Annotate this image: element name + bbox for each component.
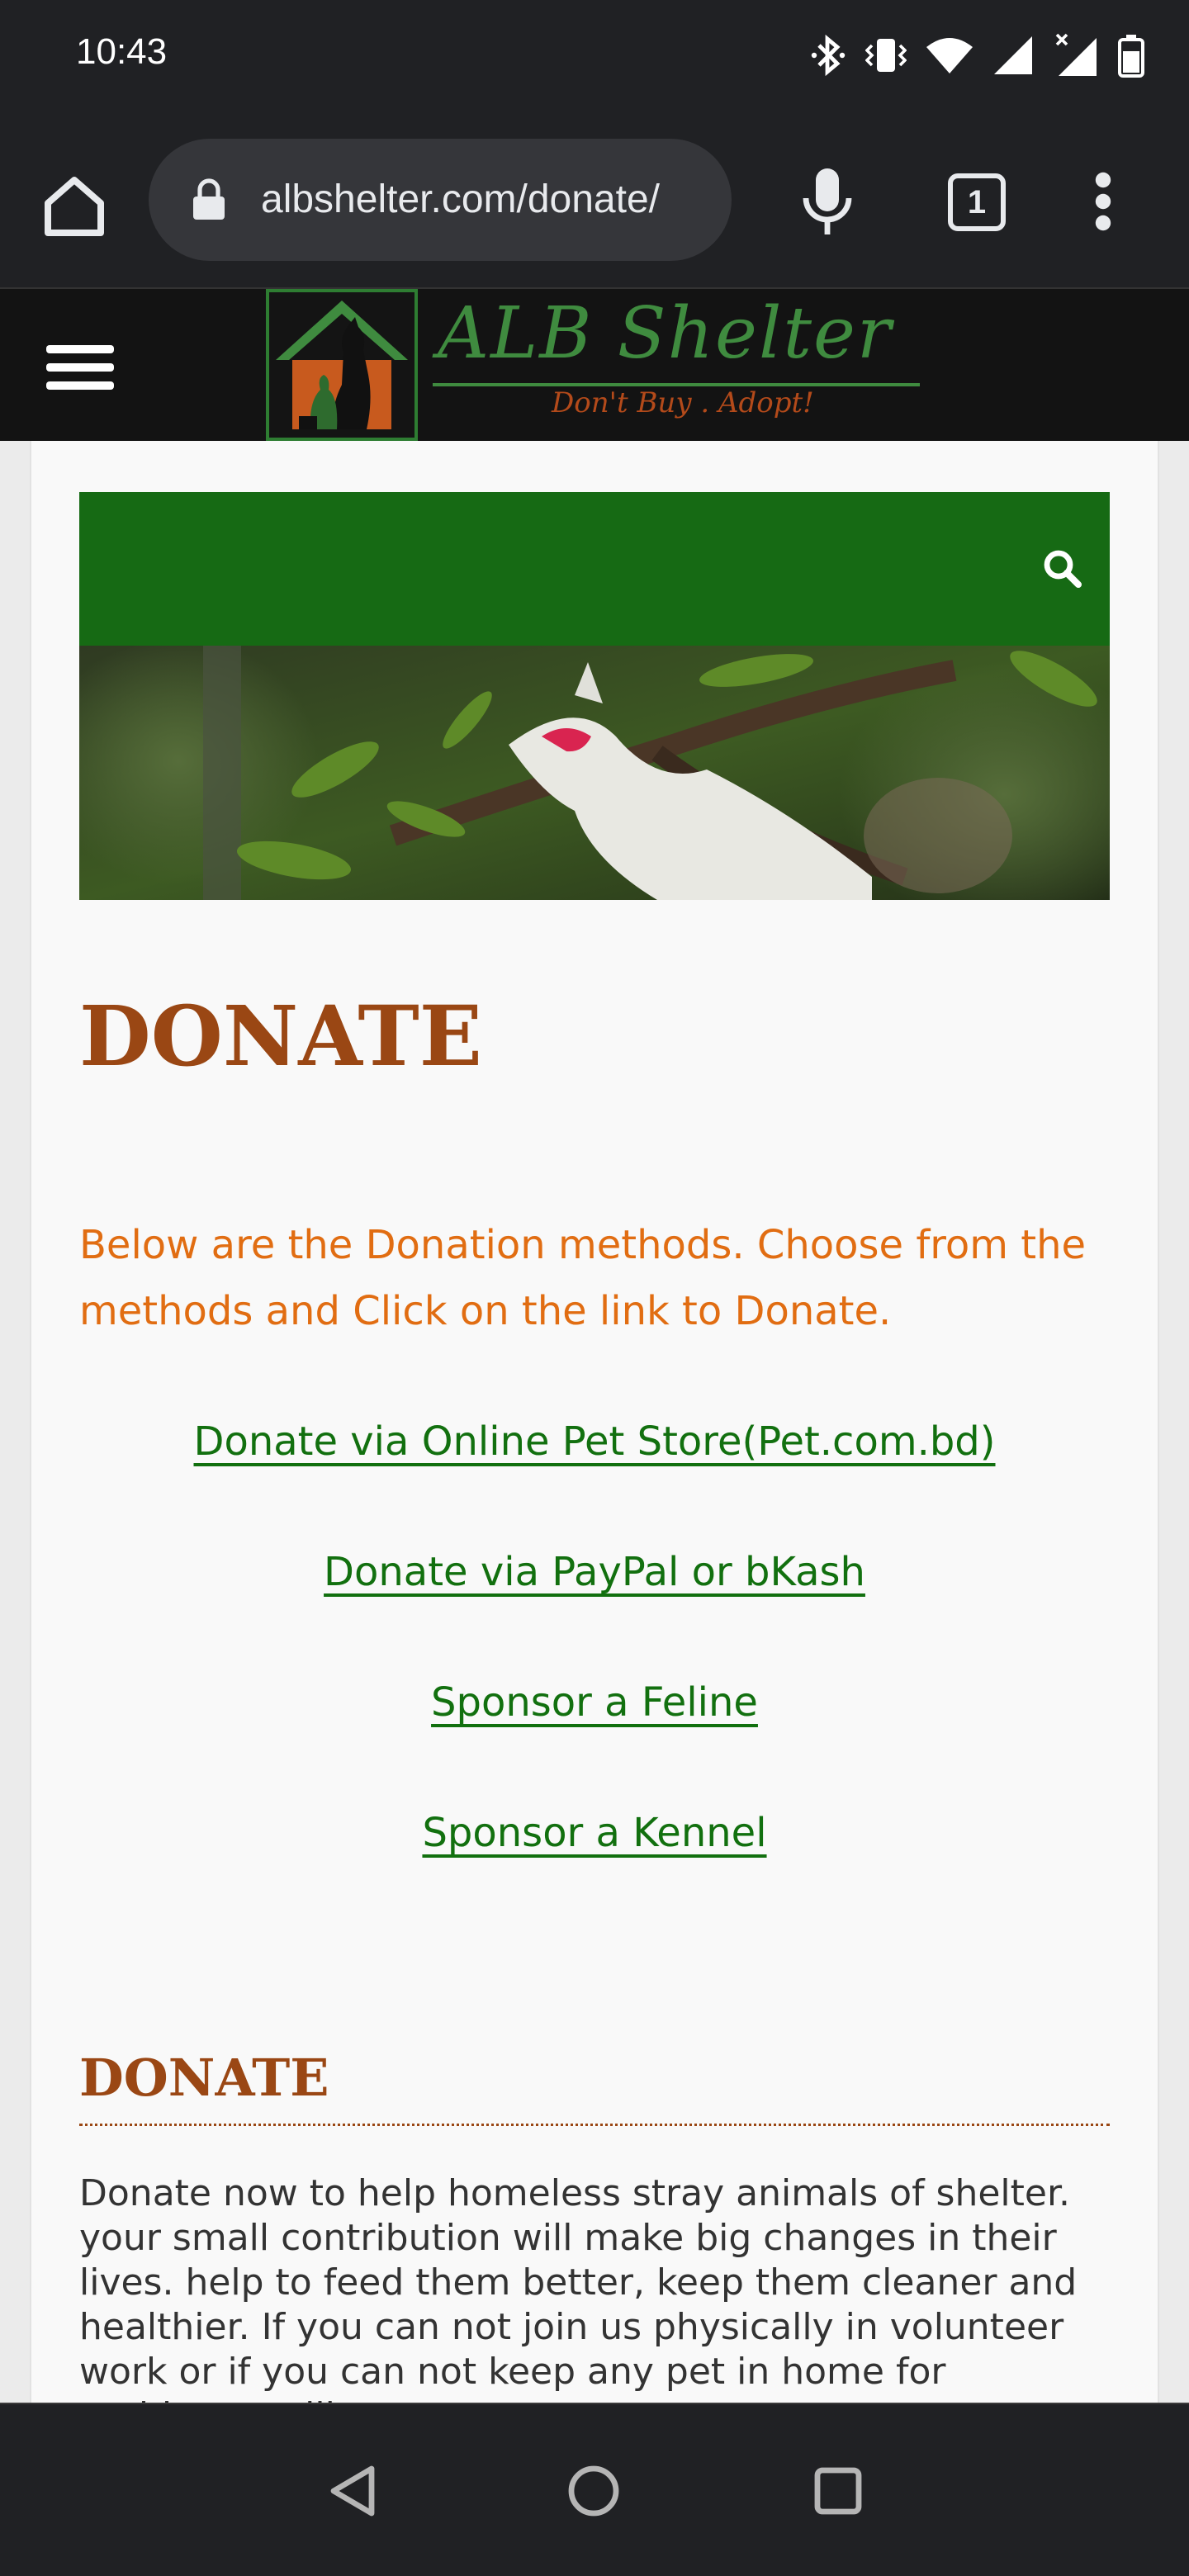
system-navigation-bar <box>0 2403 1189 2576</box>
cat-in-tree-image <box>79 646 1110 900</box>
navigation-bar <box>79 492 1110 646</box>
home-button[interactable] <box>36 168 112 244</box>
site-menu-button[interactable] <box>46 342 114 398</box>
recents-button[interactable] <box>812 2465 864 2520</box>
section-heading: DONATE <box>79 2048 329 2108</box>
site-header: ALB Shelter Don't Buy . Adopt! <box>0 287 1189 441</box>
url-text[interactable]: albshelter.com/donate/ <box>261 177 660 222</box>
home-circle-icon <box>568 2465 619 2517</box>
logo-tagline: Don't Buy . Adopt! <box>552 386 814 419</box>
more-vert-icon <box>1095 172 1111 231</box>
status-bar: 10:43 <box>0 0 1189 112</box>
status-icons <box>811 33 1146 78</box>
voice-search-button[interactable] <box>798 163 857 243</box>
address-bar[interactable]: albshelter.com/donate/ <box>149 139 732 261</box>
section-body-text: Donate now to help homeless stray animal… <box>79 2172 1078 2437</box>
section-divider <box>79 2124 1110 2126</box>
status-time: 10:43 <box>76 31 168 72</box>
house-pets-logo-icon <box>276 301 408 429</box>
search-icon <box>1044 550 1082 588</box>
home-icon <box>45 177 104 236</box>
tab-switcher-button[interactable]: 1 <box>948 173 1006 231</box>
back-triangle-icon <box>330 2465 375 2517</box>
wifi-icon <box>926 38 973 73</box>
microphone-icon <box>803 168 852 234</box>
battery-icon <box>1118 35 1144 78</box>
donation-intro-text: Below are the Donation methods. Choose f… <box>79 1222 1087 1334</box>
bluetooth-icon <box>811 34 846 77</box>
page-title: DONATE <box>79 987 482 1085</box>
donate-pet-store-link[interactable]: Donate via Online Pet Store(Pet.com.bd) <box>79 1418 1110 1465</box>
sponsor-feline-link[interactable]: Sponsor a Feline <box>79 1679 1110 1726</box>
donate-paypal-bkash-link[interactable]: Donate via PayPal or bKash <box>79 1549 1110 1595</box>
lock-icon <box>193 178 225 220</box>
signal-icon <box>994 36 1032 74</box>
signal-x-icon <box>1055 33 1097 76</box>
header-image-cat <box>79 646 1110 900</box>
browser-menu-button[interactable] <box>1093 172 1113 234</box>
back-button[interactable] <box>325 2462 383 2523</box>
logo-emblem[interactable] <box>266 289 418 441</box>
home-nav-button[interactable] <box>566 2464 621 2522</box>
vibrate-icon <box>865 39 907 72</box>
search-button[interactable] <box>1042 548 1083 593</box>
logo-title[interactable]: ALB Shelter <box>438 292 893 375</box>
recents-square-icon <box>814 2467 862 2515</box>
hamburger-icon <box>46 345 114 390</box>
sponsor-kennel-link[interactable]: Sponsor a Kennel <box>79 1810 1110 1856</box>
